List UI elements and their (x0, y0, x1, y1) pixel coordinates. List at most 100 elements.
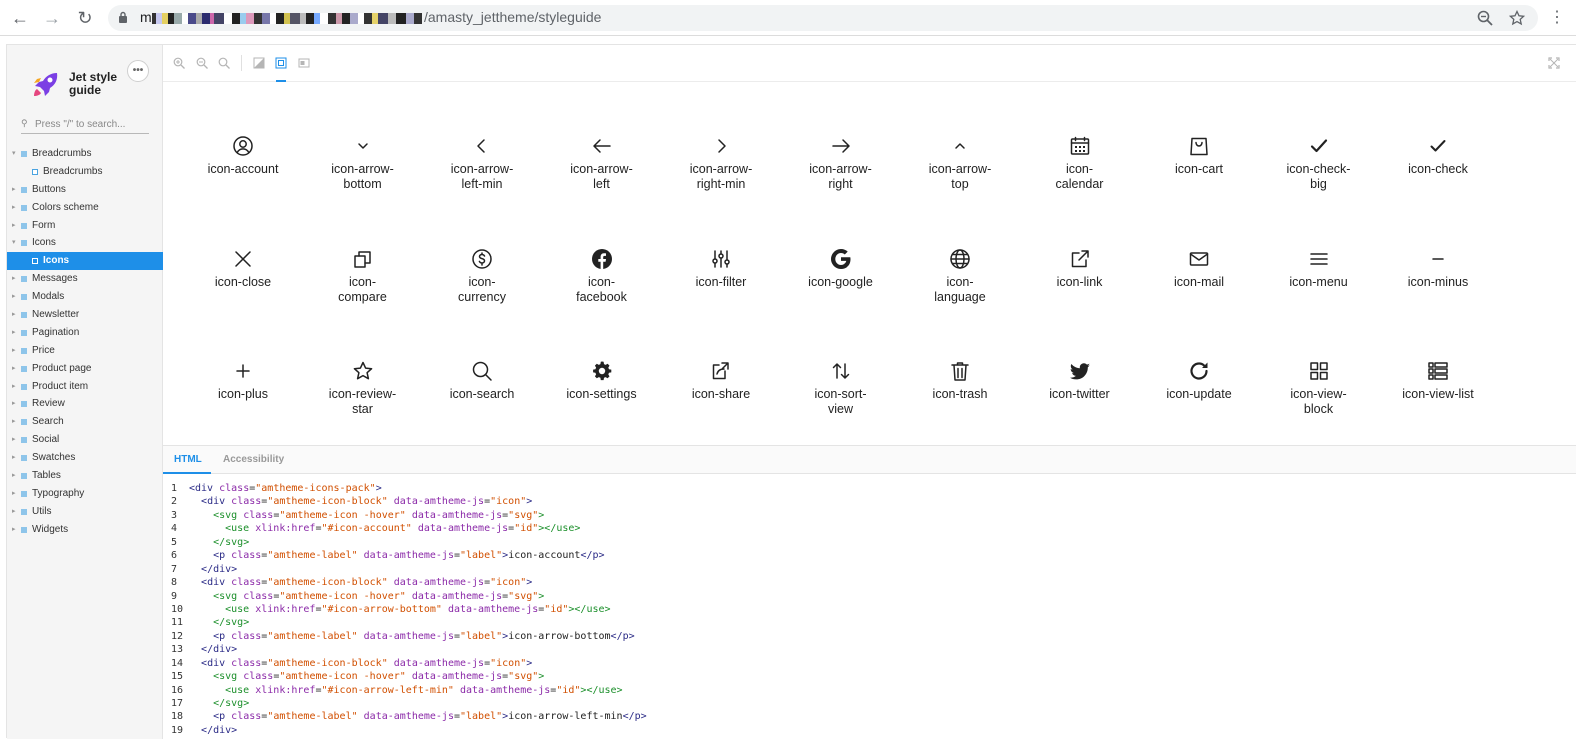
caret-right-icon[interactable]: ▸ (12, 521, 16, 539)
zoom-in-icon[interactable] (173, 57, 185, 69)
icon-tile[interactable]: icon-trash (910, 360, 1010, 402)
sidebar-item-icons-child[interactable]: Icons (7, 252, 163, 271)
caret-right-icon[interactable]: ▸ (12, 181, 16, 199)
sidebar-item-modals[interactable]: ▸ Modals (7, 288, 163, 306)
sidebar-item-label: Swatches (32, 452, 76, 464)
icon-tile[interactable]: icon-search (432, 360, 532, 402)
sidebar-item-label: Newsletter (32, 309, 80, 321)
icon-tile[interactable]: icon-share (671, 360, 771, 402)
zoom-icon[interactable] (1477, 10, 1493, 26)
icon-tile[interactable]: icon-arrow-left (552, 135, 652, 192)
view-list-icon (1428, 362, 1448, 380)
sidebar-item-utils[interactable]: ▸ Utils (7, 503, 163, 521)
sidebar-item-messages[interactable]: ▸ Messages (7, 270, 163, 288)
tab-html[interactable]: HTML (174, 454, 202, 465)
caret-right-icon[interactable]: ▸ (12, 342, 16, 360)
icon-tile[interactable]: icon-arrow-top (910, 135, 1010, 192)
menu-kebab-icon[interactable]: ⋮ (1547, 8, 1567, 28)
icon-tile[interactable]: icon-currency (432, 248, 532, 305)
icon-tile[interactable]: icon-google (791, 248, 891, 290)
icon-tile[interactable]: icon-account (193, 135, 293, 177)
sidebar-item-social[interactable]: ▸ Social (7, 431, 163, 449)
icon-tile[interactable]: icon-calendar (1030, 135, 1130, 192)
icon-tile[interactable]: icon-check-big (1269, 135, 1369, 192)
icon-tile[interactable]: icon-close (193, 248, 293, 290)
sidebar-item-icons[interactable]: ▾ Icons (7, 234, 163, 252)
icon-tile[interactable]: icon-link (1030, 248, 1130, 290)
icon-tile[interactable]: icon-cart (1149, 135, 1249, 177)
zoom-reset-icon[interactable] (218, 57, 230, 69)
icon-tile[interactable]: icon-view-block (1269, 360, 1369, 417)
icon-tile[interactable]: icon-settings (552, 360, 652, 402)
reload-icon[interactable]: ↻ (75, 8, 95, 28)
icon-tile[interactable]: icon-arrow-left-min (432, 135, 532, 192)
icon-tile[interactable]: icon-arrow-right (791, 135, 891, 192)
sidebar-item-breadcrumbs-child[interactable]: Breadcrumbs (7, 163, 163, 181)
icon-tile[interactable]: icon-view-list (1388, 360, 1488, 402)
sidebar-item-review[interactable]: ▸ Review (7, 395, 163, 413)
zoom-out-icon[interactable] (196, 57, 208, 69)
icon-tile[interactable]: icon-update (1149, 360, 1249, 402)
background-icon[interactable] (253, 57, 265, 69)
icon-tile[interactable]: icon-language (910, 248, 1010, 305)
caret-right-icon[interactable]: ▸ (12, 449, 16, 467)
sidebar-item-price[interactable]: ▸ Price (7, 342, 163, 360)
logo[interactable]: Jet style guide (31, 69, 129, 99)
caret-down-icon[interactable]: ▾ (12, 234, 16, 252)
sidebar-item-newsletter[interactable]: ▸ Newsletter (7, 306, 163, 324)
caret-right-icon[interactable]: ▸ (12, 378, 16, 396)
caret-right-icon[interactable]: ▸ (12, 413, 16, 431)
caret-right-icon[interactable]: ▸ (12, 270, 16, 288)
icon-tile[interactable]: icon-facebook (552, 248, 652, 305)
caret-right-icon[interactable]: ▸ (12, 288, 16, 306)
code-viewer[interactable]: 1 <div class="amtheme-icons-pack"> 2 <div … (163, 482, 1576, 739)
forward-icon[interactable]: → (42, 8, 62, 28)
close-icon (235, 250, 251, 267)
caret-right-icon[interactable]: ▸ (12, 485, 16, 503)
sidebar-item-swatches[interactable]: ▸ Swatches (7, 449, 163, 467)
sidebar-item-buttons[interactable]: ▸ Buttons (7, 181, 163, 199)
address-bar[interactable]: m /amasty_jettheme/styleguide (108, 5, 1538, 31)
caret-right-icon[interactable]: ▸ (12, 431, 16, 449)
measure-icon[interactable] (298, 57, 310, 69)
sidebar-item-product-page[interactable]: ▸ Product page (7, 360, 163, 378)
icon-tile[interactable]: icon-menu (1269, 248, 1369, 290)
caret-right-icon[interactable]: ▸ (12, 503, 16, 521)
sidebar-item-tables[interactable]: ▸ Tables (7, 467, 163, 485)
sidebar-item-widgets[interactable]: ▸ Widgets (7, 521, 163, 539)
caret-right-icon[interactable]: ▸ (12, 395, 16, 413)
outline-icon[interactable] (275, 57, 287, 69)
sidebar-item-typography[interactable]: ▸ Typography (7, 485, 163, 503)
sidebar-item-breadcrumbs[interactable]: ▾ Breadcrumbs (7, 145, 163, 163)
icon-tile[interactable]: icon-compare (313, 248, 413, 305)
icon-tile[interactable]: icon-arrow-bottom (313, 135, 413, 192)
more-options-button[interactable]: ••• (127, 60, 149, 82)
folder-icon (21, 419, 27, 426)
icon-tile[interactable]: icon-filter (671, 248, 771, 290)
caret-right-icon[interactable]: ▸ (12, 324, 16, 342)
icon-tile[interactable]: icon-arrow-right-min (671, 135, 771, 192)
sidebar-item-search[interactable]: ▸ Search (7, 413, 163, 431)
caret-right-icon[interactable]: ▸ (12, 217, 16, 235)
caret-right-icon[interactable]: ▸ (12, 199, 16, 217)
sidebar-item-product-item[interactable]: ▸ Product item (7, 378, 163, 396)
caret-down-icon[interactable]: ▾ (12, 145, 16, 163)
icon-tile[interactable]: icon-check (1388, 135, 1488, 177)
back-icon[interactable]: ← (10, 8, 30, 28)
caret-right-icon[interactable]: ▸ (12, 467, 16, 485)
search-input[interactable]: ⚲ Press "/" to search... (21, 117, 149, 134)
sidebar-item-form[interactable]: ▸ Form (7, 217, 163, 235)
bookmark-star-icon[interactable] (1509, 10, 1525, 26)
caret-right-icon[interactable]: ▸ (12, 306, 16, 324)
icon-tile[interactable]: icon-sort-view (791, 360, 891, 417)
icon-tile[interactable]: icon-mail (1149, 248, 1249, 290)
sidebar-item-pagination[interactable]: ▸ Pagination (7, 324, 163, 342)
sidebar-item-colors-scheme[interactable]: ▸ Colors scheme (7, 199, 163, 217)
icon-tile[interactable]: icon-review-star (313, 360, 413, 417)
fullscreen-icon[interactable] (1548, 57, 1560, 69)
caret-right-icon[interactable]: ▸ (12, 360, 16, 378)
icon-tile[interactable]: icon-minus (1388, 248, 1488, 290)
icon-tile[interactable]: icon-twitter (1030, 360, 1130, 402)
tab-accessibility[interactable]: Accessibility (223, 454, 284, 465)
icon-tile[interactable]: icon-plus (193, 360, 293, 402)
